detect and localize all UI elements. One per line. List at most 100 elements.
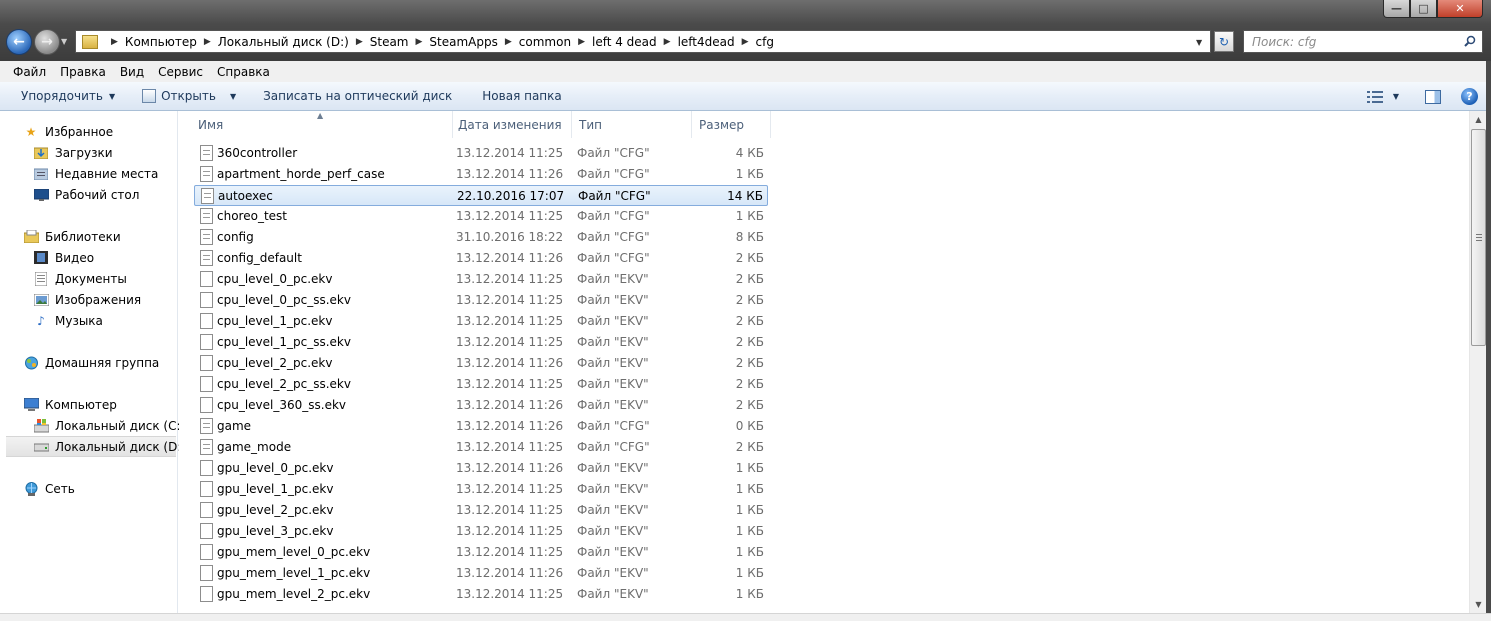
nav-music[interactable]: ♪ Музыка bbox=[0, 310, 177, 331]
column-header-label: Размер bbox=[699, 117, 745, 132]
new-folder-label: Новая папка bbox=[482, 89, 562, 103]
nav-documents[interactable]: Документы bbox=[0, 268, 177, 289]
file-row[interactable]: game 13.12.2014 11:26 Файл "CFG" 0 КБ bbox=[194, 416, 768, 437]
scrollbar-thumb[interactable] bbox=[1471, 129, 1486, 346]
breadcrumb-item[interactable]: left 4 dead bbox=[592, 35, 657, 49]
nav-video[interactable]: Видео bbox=[0, 247, 177, 268]
file-row[interactable]: cpu_level_0_pc.ekv 13.12.2014 11:25 Файл "… bbox=[194, 269, 768, 290]
nav-disk-c[interactable]: Локальный диск (C:) bbox=[0, 415, 185, 436]
refresh-button[interactable]: ↻ bbox=[1214, 31, 1234, 52]
file-row[interactable]: gpu_level_3_pc.ekv 13.12.2014 11:25 Файл "… bbox=[194, 521, 768, 542]
open-button[interactable]: Открыть ▼ bbox=[126, 82, 247, 110]
file-date: 13.12.2014 11:25 bbox=[456, 335, 564, 349]
file-date: 13.12.2014 11:25 bbox=[456, 209, 564, 223]
file-size: 2 КБ bbox=[735, 314, 764, 328]
file-name: config_default bbox=[217, 251, 302, 265]
chevron-down-icon[interactable]: ▼ bbox=[1393, 92, 1399, 101]
breadcrumb-separator-icon[interactable]: ▶ bbox=[664, 37, 671, 47]
nav-desktop[interactable]: Рабочий стол bbox=[0, 184, 177, 205]
views-icon[interactable] bbox=[1366, 90, 1383, 103]
file-row[interactable]: choreo_test 13.12.2014 11:25 Файл "CFG" 1 К… bbox=[194, 206, 768, 227]
file-row[interactable]: gpu_mem_level_1_pc.ekv 13.12.2014 11:26 Фа… bbox=[194, 563, 768, 584]
nav-network[interactable]: Сеть bbox=[0, 478, 177, 499]
file-row[interactable]: apartment_horde_perf_case 13.12.2014 11:2… bbox=[194, 164, 768, 185]
file-row[interactable]: gpu_level_1_pc.ekv 13.12.2014 11:25 Файл "… bbox=[194, 479, 768, 500]
column-header-type[interactable]: Тип bbox=[572, 111, 692, 138]
breadcrumb-separator-icon[interactable]: ▶ bbox=[505, 37, 512, 47]
breadcrumb-separator-icon[interactable]: ▶ bbox=[742, 37, 749, 47]
organize-button[interactable]: Упорядочить ▼ bbox=[0, 82, 126, 110]
nav-computer[interactable]: Компьютер bbox=[0, 394, 177, 415]
nav-homegroup[interactable]: Домашняя группа bbox=[0, 352, 177, 373]
breadcrumb-item[interactable]: Компьютер bbox=[125, 35, 197, 49]
file-row[interactable]: gpu_level_2_pc.ekv 13.12.2014 11:25 Файл "… bbox=[194, 500, 768, 521]
recent-pages-dropdown[interactable]: ▼ bbox=[61, 37, 67, 46]
file-size: 2 КБ bbox=[735, 251, 764, 265]
address-bar[interactable]: ▶ Компьютер ▶ Локальный диск (D:) ▶ Stea… bbox=[75, 30, 1211, 53]
breadcrumb-separator-icon[interactable]: ▶ bbox=[111, 37, 118, 47]
menu-edit[interactable]: Правка bbox=[53, 65, 113, 79]
nav-libraries[interactable]: Библиотеки bbox=[0, 226, 177, 247]
file-row[interactable]: cpu_level_360_ss.ekv 13.12.2014 11:26 Файл… bbox=[194, 395, 768, 416]
menu-help[interactable]: Справка bbox=[210, 65, 277, 79]
breadcrumb-item[interactable]: common bbox=[519, 35, 571, 49]
close-button[interactable]: ✕ bbox=[1437, 0, 1483, 18]
search-field[interactable]: Поиск: cfg bbox=[1243, 30, 1483, 53]
breadcrumb-item[interactable]: cfg bbox=[756, 35, 774, 49]
breadcrumb-item[interactable]: Steam bbox=[370, 35, 409, 49]
help-icon[interactable]: ? bbox=[1461, 88, 1478, 105]
column-header-name[interactable]: Имя bbox=[191, 111, 453, 138]
burn-label: Записать на оптический диск bbox=[263, 89, 453, 103]
burn-button[interactable]: Записать на оптический диск bbox=[247, 82, 463, 110]
address-dropdown-icon[interactable]: ▼ bbox=[1196, 38, 1202, 47]
column-header-size[interactable]: Размер bbox=[692, 111, 771, 138]
cfg-file-icon bbox=[200, 418, 213, 434]
file-date: 13.12.2014 11:25 bbox=[456, 587, 564, 601]
breadcrumb-item[interactable]: left4dead bbox=[678, 35, 735, 49]
breadcrumb-separator-icon[interactable]: ▶ bbox=[578, 37, 585, 47]
file-row[interactable]: config 31.10.2016 18:22 Файл "CFG" 8 КБ bbox=[194, 227, 768, 248]
scroll-down-icon[interactable]: ▼ bbox=[1470, 596, 1487, 613]
file-date: 13.12.2014 11:26 bbox=[456, 251, 564, 265]
file-name: game_mode bbox=[217, 440, 292, 454]
preview-pane-icon[interactable] bbox=[1425, 89, 1441, 104]
file-row[interactable]: cpu_level_1_pc_ss.ekv 13.12.2014 11:25 Фай… bbox=[194, 332, 768, 353]
nav-downloads[interactable]: Загрузки bbox=[0, 142, 177, 163]
scroll-up-icon[interactable]: ▲ bbox=[1470, 111, 1487, 128]
column-header-date[interactable]: Дата изменения bbox=[451, 111, 572, 138]
file-type: Файл "CFG" bbox=[577, 146, 650, 160]
nav-recent[interactable]: Недавние места bbox=[0, 163, 177, 184]
file-row[interactable]: game_mode 13.12.2014 11:25 Файл "CFG" 2 КБ bbox=[194, 437, 768, 458]
menu-view[interactable]: Вид bbox=[113, 65, 151, 79]
minimize-button[interactable]: — bbox=[1383, 0, 1410, 18]
file-row[interactable]: autoexec 22.10.2016 17:07 Файл "CFG" 14 КБ bbox=[194, 185, 768, 206]
cfg-file-icon bbox=[200, 439, 213, 455]
file-row[interactable]: gpu_level_0_pc.ekv 13.12.2014 11:26 Файл "… bbox=[194, 458, 768, 479]
breadcrumb-separator-icon[interactable]: ▶ bbox=[204, 37, 211, 47]
menu-file[interactable]: Файл bbox=[6, 65, 53, 79]
file-row[interactable]: cpu_level_2_pc_ss.ekv 13.12.2014 11:25 Фай… bbox=[194, 374, 768, 395]
file-row[interactable]: config_default 13.12.2014 11:26 Файл "CFG"… bbox=[194, 248, 768, 269]
maximize-button[interactable]: □ bbox=[1410, 0, 1437, 18]
nav-favorites[interactable]: ★ Избранное bbox=[0, 121, 177, 142]
file-row[interactable]: gpu_mem_level_0_pc.ekv 13.12.2014 11:25 Фа… bbox=[194, 542, 768, 563]
breadcrumb-item[interactable]: SteamApps bbox=[429, 35, 497, 49]
nav-images[interactable]: Изображения bbox=[0, 289, 177, 310]
file-row[interactable]: cpu_level_1_pc.ekv 13.12.2014 11:25 Файл "… bbox=[194, 311, 768, 332]
breadcrumb-separator-icon[interactable]: ▶ bbox=[356, 37, 363, 47]
back-button[interactable]: ← bbox=[6, 29, 32, 55]
vertical-scrollbar[interactable]: ▲ ▼ bbox=[1469, 111, 1486, 613]
file-row[interactable]: cpu_level_2_pc.ekv 13.12.2014 11:26 Файл "… bbox=[194, 353, 768, 374]
new-folder-button[interactable]: Новая папка bbox=[463, 82, 572, 110]
forward-button[interactable]: → bbox=[34, 29, 60, 55]
file-row[interactable]: cpu_level_0_pc_ss.ekv 13.12.2014 11:25 Фай… bbox=[194, 290, 768, 311]
file-row[interactable]: gpu_mem_level_2_pc.ekv 13.12.2014 11:25 Фа… bbox=[194, 584, 768, 605]
file-row[interactable]: 360controller 13.12.2014 11:25 Файл "CFG" 4… bbox=[194, 143, 768, 164]
search-icon[interactable] bbox=[1464, 35, 1476, 47]
menu-tools[interactable]: Сервис bbox=[151, 65, 210, 79]
nav-disk-d[interactable]: Локальный диск (D:) bbox=[6, 436, 186, 457]
breadcrumb-item[interactable]: Локальный диск (D:) bbox=[218, 35, 349, 49]
file-icon bbox=[200, 586, 213, 602]
breadcrumb-separator-icon[interactable]: ▶ bbox=[416, 37, 423, 47]
file-size: 0 КБ bbox=[735, 419, 764, 433]
